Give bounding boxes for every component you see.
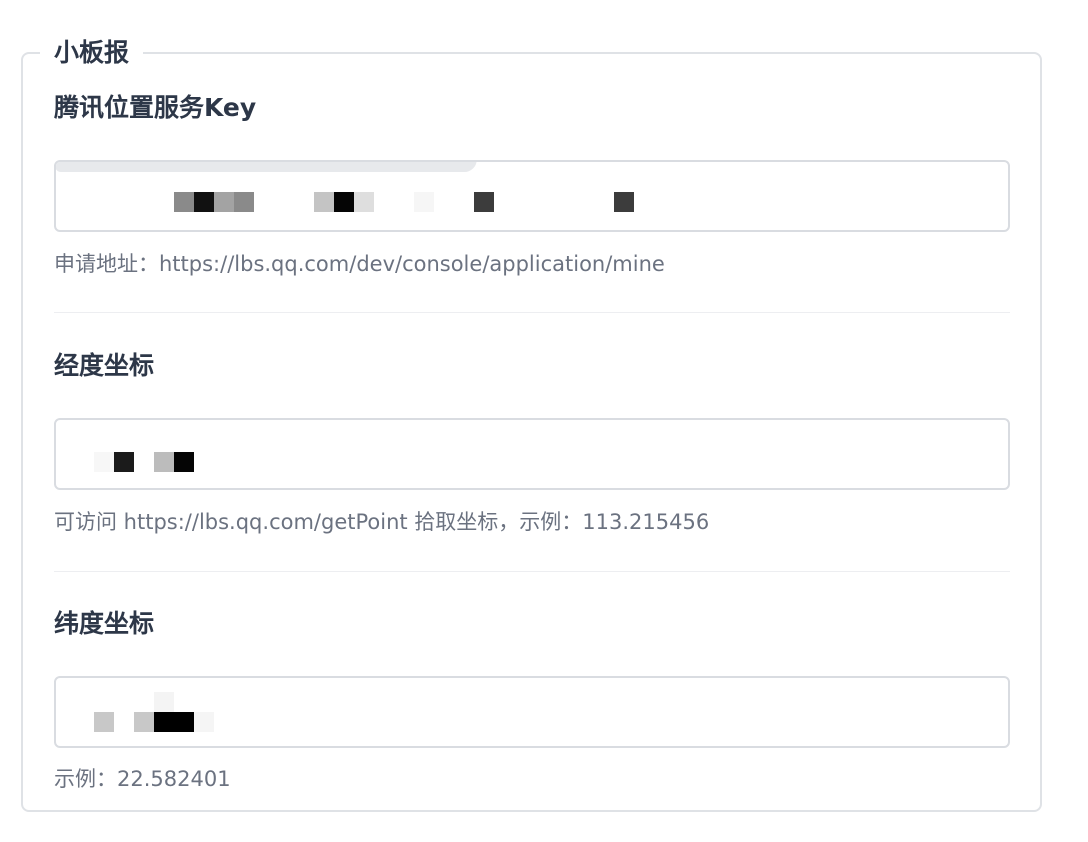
longitude-input[interactable]	[56, 420, 1008, 488]
latitude-input[interactable]	[56, 678, 1008, 746]
key-input[interactable]	[56, 162, 1008, 230]
key-label: 腾讯位置服务Key	[54, 93, 257, 122]
longitude-hint: 可访问 https://lbs.qq.com/getPoint 拾取坐标，示例：…	[54, 510, 710, 534]
panel-legend: 小板报	[40, 33, 144, 73]
longitude-label: 经度坐标	[54, 351, 155, 380]
key-input-box[interactable]	[54, 160, 1010, 232]
key-hint: 申请地址：https://lbs.qq.com/dev/console/appl…	[54, 252, 665, 276]
section-divider	[54, 312, 1010, 313]
latitude-hint: 示例：22.582401	[54, 767, 231, 791]
longitude-input-box[interactable]	[54, 418, 1010, 490]
latitude-input-box[interactable]	[54, 676, 1010, 748]
section-divider	[54, 571, 1010, 572]
latitude-label: 纬度坐标	[54, 609, 155, 638]
